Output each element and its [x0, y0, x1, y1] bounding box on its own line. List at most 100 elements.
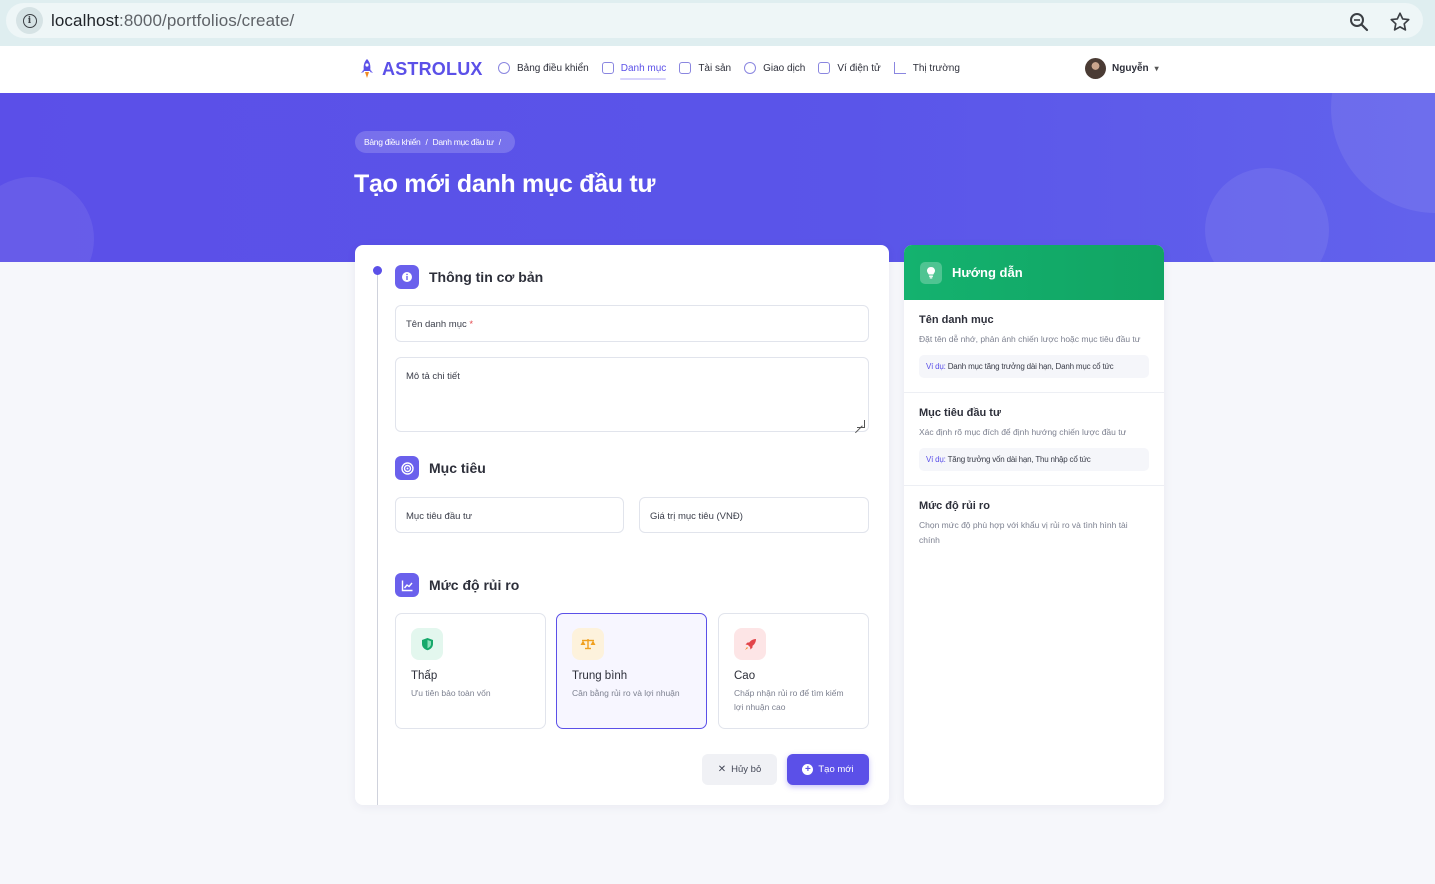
lightbulb-icon [920, 261, 942, 284]
risk-description: Ưu tiên bảo toàn vốn [411, 688, 491, 698]
rocket-logo-icon [361, 59, 373, 78]
section-basic-info: Thông tin cơ bản [395, 265, 543, 289]
brand[interactable]: ASTROLUX [358, 58, 483, 80]
section-risk: Mức độ rủi ro [395, 573, 519, 597]
nav-item-wallet[interactable]: Ví điện tử [818, 62, 881, 74]
field-label: Mục tiêu đầu tư [406, 511, 473, 522]
risk-description: Chấp nhận rủi ro để tìm kiếm lợi nhuận c… [734, 688, 844, 712]
example-text: Tăng trưởng vốn dài hạn, Thu nhập cổ tức [945, 455, 1091, 464]
decor-circle [1205, 168, 1329, 262]
guide-card: Hướng dẫn Tên danh mục Đặt tên dễ nhớ, p… [904, 245, 1164, 805]
guide-section-title: Tên danh mục [919, 314, 994, 326]
timeline-line [377, 271, 378, 805]
browser-toolbar: i localhost:8000/portfolios/create/ [0, 0, 1435, 46]
timeline-dot [373, 266, 382, 275]
page-title: Tạo mới danh mục đầu tư [354, 170, 656, 198]
nav-label: Danh mục [620, 62, 667, 74]
url-host: localhost [51, 11, 119, 30]
portfolio-icon [601, 62, 614, 74]
asset-icon [679, 62, 692, 74]
guide-section-title: Mục tiêu đầu tư [919, 407, 1001, 419]
guide-section-risk: Mức độ rủi ro Chọn mức độ phù hợp với kh… [904, 486, 1164, 548]
risk-title: Cao [734, 670, 756, 682]
portfolio-form-card: Thông tin cơ bản Tên danh mục * Mô tả ch… [355, 245, 889, 805]
decor-circle [1331, 93, 1435, 213]
guide-section-description: Chọn mức độ phù hợp với khẩu vị rủi ro v… [919, 520, 1128, 545]
decor-circle [0, 177, 94, 262]
risk-option-high[interactable]: Cao Chấp nhận rủi ro để tìm kiếm lợi nhu… [718, 613, 869, 729]
dashboard-icon [498, 62, 510, 74]
plus-circle-icon: + [802, 764, 814, 775]
cancel-label: Hủy bỏ [731, 764, 762, 775]
brand-name: ASTROLUX [382, 58, 483, 79]
guide-section-description: Đặt tên dễ nhớ, phản ánh chiến lược hoặc… [919, 334, 1141, 344]
nav-label: Giao dịch [763, 62, 806, 74]
rocket-icon [734, 628, 766, 660]
create-label: Tạo mới [818, 764, 854, 775]
nav-item-market[interactable]: Thị trường [893, 62, 960, 74]
resize-handle-icon[interactable] [857, 420, 865, 428]
example-text: Danh mục tăng trưởng dài hạn, Danh mục c… [945, 362, 1114, 371]
chart-line-icon [395, 573, 419, 597]
nav-item-transactions[interactable]: Giao dịch [744, 62, 805, 74]
field-label: Tên danh mục [406, 319, 467, 330]
required-marker: * [469, 319, 474, 330]
url-path: :8000/portfolios/create/ [119, 11, 295, 30]
wallet-icon [818, 62, 831, 74]
guide-section-title: Mức độ rủi ro [919, 500, 990, 512]
user-menu[interactable]: Nguyễn ▾ [1085, 58, 1159, 79]
breadcrumb: Bảng điều khiển / Danh mục đầu tư / [355, 131, 515, 153]
close-icon: ✕ [717, 764, 727, 775]
guide-section-name: Tên danh mục Đặt tên dễ nhớ, phản ánh ch… [904, 300, 1164, 393]
breadcrumb-item-portfolios[interactable]: Danh mục đầu tư [433, 137, 495, 147]
portfolio-name-field[interactable]: Tên danh mục * [395, 305, 869, 342]
description-textarea[interactable]: Mô tả chi tiết [395, 357, 869, 432]
nav-label: Thị trường [912, 62, 960, 74]
transaction-icon [744, 62, 757, 74]
target-icon [395, 456, 419, 480]
cancel-button[interactable]: ✕ Hủy bỏ [702, 754, 777, 785]
breadcrumb-separator: / [498, 137, 501, 147]
example-label: Ví dụ: [926, 362, 946, 371]
nav-item-portfolio[interactable]: Danh mục [601, 62, 667, 80]
site-info-icon[interactable]: i [16, 7, 43, 34]
nav-label: Tài sản [698, 62, 732, 74]
guide-example: Ví dụ: Danh mục tăng trưởng dài hạn, Dan… [919, 355, 1149, 378]
info-icon [395, 265, 419, 289]
zoom-icon[interactable] [1349, 12, 1369, 32]
guide-section-goal: Mục tiêu đầu tư Xác định rõ mục đích để … [904, 393, 1164, 486]
nav-item-dashboard[interactable]: Bảng điều khiển [498, 62, 589, 74]
nav-label: Ví điện tử [837, 62, 881, 74]
field-label: Giá trị mục tiêu (VNĐ) [650, 511, 743, 522]
nav-menu: Bảng điều khiển Danh mục Tài sản Giao dị… [498, 62, 973, 80]
risk-title: Thấp [411, 670, 438, 682]
risk-title: Trung bình [572, 670, 628, 682]
address-bar[interactable]: i localhost:8000/portfolios/create/ [6, 3, 1423, 38]
section-title: Thông tin cơ bản [429, 269, 544, 285]
section-title: Mục tiêu [429, 460, 486, 476]
scale-icon [572, 628, 604, 660]
breadcrumb-separator: / [425, 137, 428, 147]
nav-item-assets[interactable]: Tài sản [679, 62, 731, 74]
risk-option-medium[interactable]: Trung bình Cân bằng rủi ro và lợi nhuận [556, 613, 707, 729]
risk-option-low[interactable]: Thấp Ưu tiên bảo toàn vốn [395, 613, 546, 729]
section-goal: Mục tiêu [395, 456, 486, 480]
field-label: Mô tả chi tiết [406, 371, 460, 382]
shield-icon [411, 628, 443, 660]
create-button[interactable]: + Tạo mới [787, 754, 869, 785]
bookmark-star-icon[interactable] [1389, 11, 1411, 33]
investment-goal-field[interactable]: Mục tiêu đầu tư [395, 497, 624, 533]
chevron-down-icon: ▾ [1154, 64, 1159, 73]
breadcrumb-item-dashboard[interactable]: Bảng điều khiển [364, 137, 421, 147]
risk-description: Cân bằng rủi ro và lợi nhuận [572, 688, 680, 698]
target-value-field[interactable]: Giá trị mục tiêu (VNĐ) [639, 497, 869, 533]
guide-title: Hướng dẫn [952, 265, 1023, 280]
guide-section-description: Xác định rõ mục đích để định hướng chiến… [919, 427, 1127, 437]
nav-label: Bảng điều khiển [517, 62, 589, 74]
market-icon [893, 62, 906, 74]
guide-example: Ví dụ: Tăng trưởng vốn dài hạn, Thu nhập… [919, 448, 1149, 471]
example-label: Ví dụ: [926, 455, 946, 464]
page-header: Bảng điều khiển / Danh mục đầu tư / Tạo … [0, 93, 1435, 262]
section-title: Mức độ rủi ro [429, 577, 520, 593]
url-text[interactable]: localhost:8000/portfolios/create/ [51, 11, 294, 31]
